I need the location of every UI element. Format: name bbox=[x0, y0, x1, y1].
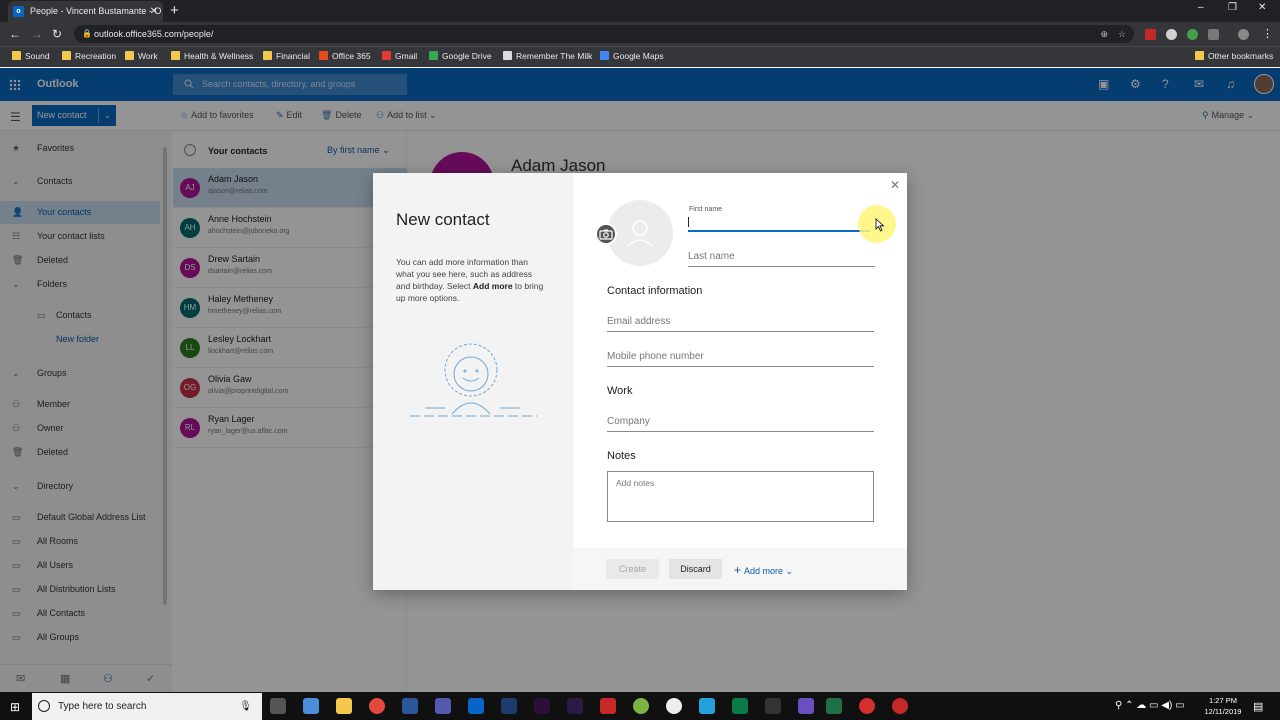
folder-icon bbox=[263, 51, 272, 60]
gmail-icon bbox=[382, 51, 391, 60]
publisher-icon[interactable] bbox=[732, 698, 748, 714]
drive-icon bbox=[429, 51, 438, 60]
taskbar-app-icon[interactable] bbox=[303, 698, 319, 714]
contact-info-heading: Contact information bbox=[607, 285, 703, 297]
taskbar-app-icon[interactable] bbox=[765, 698, 781, 714]
close-dialog-icon[interactable]: ✕ bbox=[890, 178, 900, 192]
person-illustration-icon bbox=[410, 340, 540, 420]
dialog-description: You can add more information than what y… bbox=[396, 257, 544, 303]
camera-icon[interactable] bbox=[595, 223, 617, 245]
system-tray-icons[interactable]: ⚲ ⌃ ☁ ▭ ◀) ▭ bbox=[1115, 700, 1185, 711]
address-bar[interactable]: 🔒 outlook.office365.com/people/ ⊕ ☆ bbox=[74, 25, 1134, 43]
excel-icon[interactable] bbox=[826, 698, 842, 714]
notes-textarea[interactable]: Add notes bbox=[607, 471, 874, 522]
acrobat-icon[interactable] bbox=[600, 698, 616, 714]
bookmark-item[interactable]: Sound bbox=[12, 49, 50, 63]
lock-icon: 🔒 bbox=[82, 29, 92, 38]
new-tab-button[interactable]: + bbox=[170, 1, 179, 21]
rtm-icon bbox=[503, 51, 512, 60]
first-name-input[interactable] bbox=[688, 214, 870, 232]
taskbar-app-icon[interactable] bbox=[699, 698, 715, 714]
notes-heading: Notes bbox=[607, 450, 636, 462]
microphone-icon[interactable]: 🎙 bbox=[239, 693, 252, 720]
premiere-icon[interactable] bbox=[534, 698, 550, 714]
other-bookmarks[interactable]: Other bookmarks bbox=[1195, 49, 1273, 63]
reload-icon[interactable]: ↻ bbox=[52, 24, 62, 44]
work-heading: Work bbox=[607, 385, 633, 397]
file-explorer-icon[interactable] bbox=[336, 698, 352, 714]
folder-icon bbox=[62, 51, 71, 60]
bookmark-item[interactable]: Health & Wellness bbox=[171, 49, 253, 63]
browser-tab[interactable]: o People - Vincent Bustamante - O ✕ bbox=[8, 1, 163, 22]
last-name-input[interactable]: Last name bbox=[688, 249, 875, 267]
task-view-icon[interactable] bbox=[270, 698, 286, 714]
folder-icon bbox=[125, 51, 134, 60]
folder-icon bbox=[171, 51, 180, 60]
folder-icon bbox=[1195, 51, 1204, 60]
notifications-icon[interactable]: ▤ bbox=[1253, 700, 1263, 713]
after-effects-icon[interactable] bbox=[567, 698, 583, 714]
company-input[interactable]: Company bbox=[607, 414, 874, 432]
chrome-icon[interactable] bbox=[369, 698, 385, 714]
browser-tab-strip bbox=[0, 0, 1280, 22]
search-icon bbox=[38, 700, 50, 712]
bookmark-item[interactable]: Gmail bbox=[382, 49, 417, 63]
taskbar-clock[interactable]: 1:27 PM 12/11/2019 bbox=[1203, 695, 1243, 717]
info-icon[interactable]: ⊕ bbox=[1100, 25, 1108, 43]
extension-icon[interactable] bbox=[1145, 29, 1156, 40]
close-window-button[interactable]: ✕ bbox=[1258, 2, 1266, 13]
bookmark-star-icon[interactable]: ☆ bbox=[1118, 25, 1126, 43]
extension-icon[interactable] bbox=[1166, 29, 1177, 40]
mouse-pointer-icon bbox=[875, 218, 885, 232]
plus-icon: + bbox=[734, 563, 742, 577]
taskbar-app-icon[interactable] bbox=[633, 698, 649, 714]
dialog-title: New contact bbox=[396, 210, 490, 229]
create-button[interactable]: Create bbox=[606, 559, 659, 579]
back-icon[interactable]: ← bbox=[9, 24, 21, 44]
first-name-label: First name bbox=[689, 206, 723, 213]
outlook-icon[interactable] bbox=[468, 698, 484, 714]
maps-icon bbox=[600, 51, 609, 60]
bookmark-item[interactable]: Office 365 bbox=[319, 49, 371, 63]
extension-icon[interactable] bbox=[1187, 29, 1198, 40]
url-text: outlook.office365.com/people/ bbox=[94, 29, 214, 39]
bookmark-item[interactable]: Work bbox=[125, 49, 158, 63]
mobile-phone-input[interactable]: Mobile phone number bbox=[607, 349, 874, 367]
tab-title: People - Vincent Bustamante - O bbox=[30, 6, 162, 16]
word-icon[interactable] bbox=[402, 698, 418, 714]
discard-button[interactable]: Discard bbox=[669, 559, 722, 579]
windows-start-icon[interactable]: ⊞ bbox=[10, 700, 20, 714]
outlook-tab-icon: o bbox=[13, 6, 24, 17]
profile-icon[interactable] bbox=[1238, 29, 1249, 40]
restore-button[interactable]: ❐ bbox=[1228, 2, 1237, 13]
taskbar-app-icon[interactable] bbox=[798, 698, 814, 714]
bookmark-item[interactable]: Remember The Milk bbox=[503, 49, 592, 63]
folder-icon bbox=[12, 51, 21, 60]
recorder-icon[interactable] bbox=[859, 698, 875, 714]
teams-icon[interactable] bbox=[435, 698, 451, 714]
bookmark-item[interactable]: Financial bbox=[263, 49, 310, 63]
taskbar-app-icon[interactable] bbox=[666, 698, 682, 714]
bookmark-item[interactable]: Google Maps bbox=[600, 49, 664, 63]
taskbar-search[interactable]: Type here to search 🎙 bbox=[32, 693, 262, 720]
text-caret bbox=[688, 217, 689, 227]
bookmark-item[interactable]: Recreation bbox=[62, 49, 116, 63]
add-more-button[interactable]: + Add more ⌄ bbox=[734, 563, 793, 577]
taskbar-app-icon[interactable] bbox=[892, 698, 908, 714]
extension-icon[interactable] bbox=[1208, 29, 1219, 40]
minimize-button[interactable]: – bbox=[1198, 2, 1204, 13]
email-input[interactable]: Email address bbox=[607, 314, 874, 332]
forward-icon[interactable]: → bbox=[31, 24, 43, 44]
bookmark-item[interactable]: Google Drive bbox=[429, 49, 492, 63]
tab-close-icon[interactable]: ✕ bbox=[150, 1, 158, 22]
photoshop-icon[interactable] bbox=[501, 698, 517, 714]
menu-icon[interactable]: ⋮ bbox=[1262, 27, 1273, 40]
office-icon bbox=[319, 51, 328, 60]
